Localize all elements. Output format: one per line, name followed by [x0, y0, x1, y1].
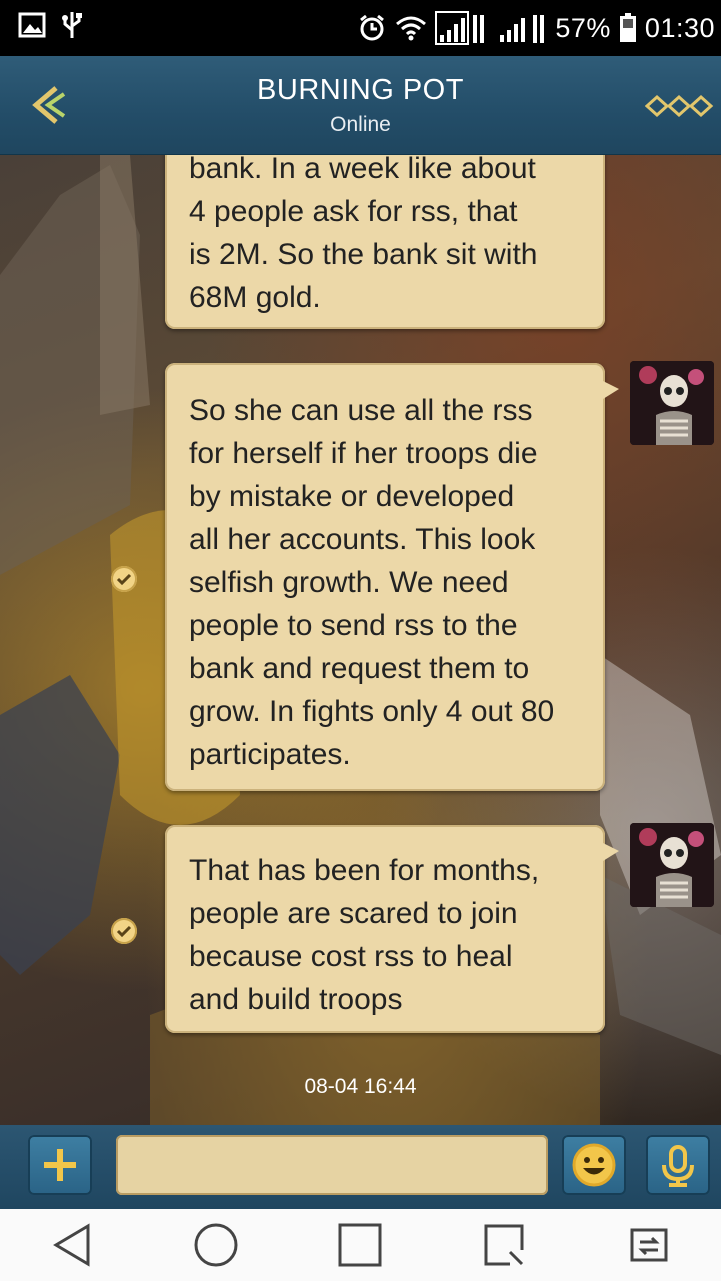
voice-button[interactable]	[646, 1135, 710, 1195]
alarm-icon	[357, 13, 387, 43]
message-line: bank and request them to	[189, 652, 530, 685]
message-line: people to send rss to the	[189, 609, 518, 642]
image-notification-icon	[18, 12, 46, 45]
read-check-icon	[111, 566, 137, 592]
recents-nav-button[interactable]	[330, 1215, 390, 1275]
message-line: is 2M. So the bank sit with	[189, 238, 538, 271]
message-line: 68M gold.	[189, 281, 321, 314]
chat-area[interactable]: bank. In a week like about 4 people ask …	[0, 155, 721, 1125]
message-line: for herself if her troops die	[189, 437, 538, 470]
avatar[interactable]	[630, 823, 714, 907]
message-line: selfish growth. We need	[189, 566, 509, 599]
message-line: grow. In fights only 4 out 80	[189, 695, 555, 728]
message-input[interactable]	[116, 1135, 548, 1195]
message-bubble[interactable]: bank. In a week like about 4 people ask …	[165, 155, 605, 329]
chat-title-block: BURNING POT Online	[0, 74, 721, 137]
message-line: and build troops	[189, 983, 403, 1016]
usb-icon	[62, 10, 82, 47]
online-status: Online	[330, 113, 391, 136]
circle-home-icon	[194, 1223, 238, 1267]
message-line: 4 people ask for rss, that	[189, 195, 518, 228]
chat-header: BURNING POT Online	[0, 56, 721, 156]
plus-icon	[44, 1149, 76, 1181]
window-switch-icon	[630, 1228, 668, 1262]
menu-button[interactable]	[644, 92, 715, 120]
message-line: participates.	[189, 738, 351, 771]
chat-title: BURNING POT	[257, 74, 464, 106]
message-bubble[interactable]: So she can use all the rss for herself i…	[165, 363, 619, 791]
avatar[interactable]	[630, 361, 714, 445]
message-bubble[interactable]: That has been for months, people are sca…	[165, 825, 619, 1033]
system-nav-bar	[0, 1209, 721, 1281]
emoji-button[interactable]	[562, 1135, 626, 1195]
microphone-icon	[662, 1145, 694, 1187]
message-line: So she can use all the rss	[189, 394, 533, 427]
skeleton-avatar-icon	[630, 823, 714, 907]
wifi-icon	[395, 14, 427, 42]
pull-down-icon	[484, 1224, 524, 1266]
signal-icon	[495, 11, 547, 45]
square-recents-icon	[338, 1223, 382, 1267]
message-line: because cost rss to heal	[189, 940, 513, 973]
notification-pull-button[interactable]	[475, 1215, 535, 1275]
message-input-bar	[0, 1125, 721, 1209]
battery-percent: 57%	[555, 12, 611, 43]
diamonds-menu-icon	[644, 94, 714, 118]
smiley-icon	[572, 1143, 616, 1187]
home-nav-button[interactable]	[186, 1215, 246, 1275]
clock: 01:30	[644, 12, 715, 43]
message-timestamp: 08-04 16:44	[304, 1075, 417, 1098]
back-nav-button[interactable]	[42, 1215, 102, 1275]
message-line: by mistake or developed	[189, 480, 515, 513]
message-line: all her accounts. This look	[189, 523, 536, 556]
read-check-icon	[111, 918, 137, 944]
switch-app-button[interactable]	[619, 1215, 679, 1275]
battery-icon	[619, 13, 637, 43]
skeleton-avatar-icon	[630, 361, 714, 445]
add-button[interactable]	[28, 1135, 92, 1195]
status-bar: 57% 01:30	[0, 0, 721, 56]
message-line: bank. In a week like about	[189, 155, 536, 185]
triangle-back-icon	[53, 1223, 90, 1267]
signal-icon	[435, 11, 487, 45]
message-line: people are scared to join	[189, 897, 518, 930]
message-line: That has been for months,	[189, 854, 540, 887]
